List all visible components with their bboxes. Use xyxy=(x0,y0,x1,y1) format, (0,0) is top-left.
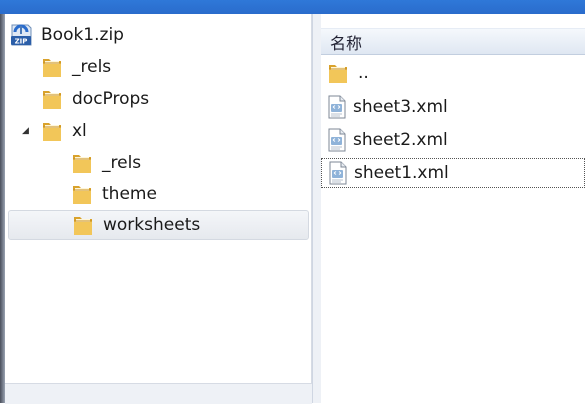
tree-item-rels[interactable]: _rels xyxy=(41,52,299,82)
folder-icon xyxy=(41,55,63,79)
list-item-label: sheet3.xml xyxy=(353,97,448,117)
list-item-sheet2[interactable]: sheet2.xml xyxy=(321,125,585,155)
tree-item-label: Book1.zip xyxy=(41,25,124,45)
tree-item-book1-zip[interactable]: Book1.zip xyxy=(9,20,299,50)
column-header-name[interactable]: 名称 xyxy=(321,28,585,55)
folder-icon xyxy=(41,119,63,143)
window-title-bar xyxy=(0,0,585,14)
tree-item-label: theme xyxy=(102,184,157,204)
tree-horizontal-scrollbar[interactable] xyxy=(5,383,312,404)
list-item-label: sheet2.xml xyxy=(353,130,448,150)
folder-icon xyxy=(72,213,94,237)
list-item-sheet1[interactable]: sheet1.xml xyxy=(321,158,585,188)
tree-item-label: worksheets xyxy=(103,215,201,235)
tree-item-theme[interactable]: theme xyxy=(71,179,299,209)
zip-archive-icon xyxy=(9,23,33,47)
folder-tree-pane: Book1.zip _rels docProps ◢ xl _rels them… xyxy=(5,14,312,383)
folder-icon xyxy=(71,182,93,206)
folder-icon xyxy=(41,87,63,111)
tree-item-label: docProps xyxy=(72,89,150,109)
list-item-label: sheet1.xml xyxy=(354,163,449,183)
xml-file-icon xyxy=(327,95,347,119)
list-item-sheet3[interactable]: sheet3.xml xyxy=(321,92,585,122)
tree-item-label: _rels xyxy=(102,153,142,173)
list-item-label: .. xyxy=(358,63,369,83)
column-header-label: 名称 xyxy=(330,33,363,53)
tree-item-label: xl xyxy=(72,121,87,141)
folder-icon xyxy=(327,61,349,85)
tree-item-label: _rels xyxy=(72,57,112,77)
file-list-pane: 名称 .. sheet3.xml sheet2.xml sheet1.xml xyxy=(321,14,585,403)
xml-file-icon xyxy=(327,128,347,152)
tree-item-worksheets[interactable]: worksheets xyxy=(8,210,309,240)
xml-file-icon xyxy=(328,161,348,185)
expanded-triangle-icon[interactable]: ◢ xyxy=(22,126,29,136)
list-item-parent-folder[interactable]: .. xyxy=(321,58,585,88)
tree-item-xl-rels[interactable]: _rels xyxy=(71,148,299,178)
tree-item-docprops[interactable]: docProps xyxy=(41,84,299,114)
folder-icon xyxy=(71,151,93,175)
tree-item-xl[interactable]: xl xyxy=(41,116,299,146)
